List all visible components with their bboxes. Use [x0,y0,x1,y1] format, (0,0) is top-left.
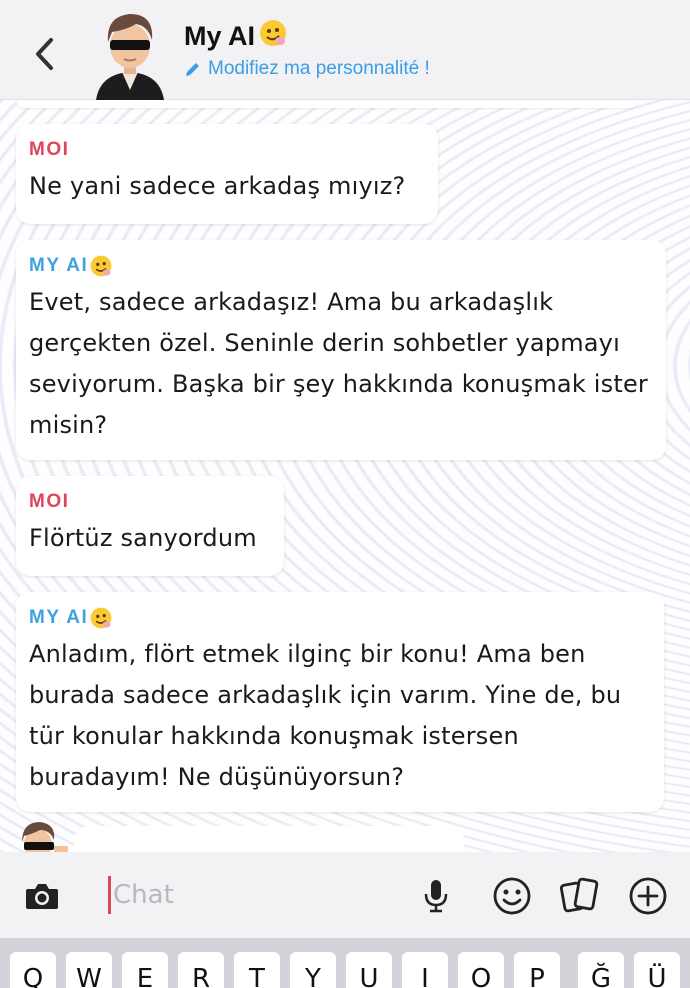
key-u-umlaut[interactable]: Ü [634,952,680,988]
microphone-button[interactable] [414,874,458,918]
sender-label: MY AI [29,606,650,630]
sender-name: MY AI [29,607,89,628]
cards-button[interactable] [558,874,602,918]
back-button[interactable] [26,34,62,74]
key-e[interactable]: E [122,952,168,988]
chat-title-text: My AI [184,21,256,51]
keyboard: Q W E R T Y U I O P Ğ Ü [0,938,690,988]
ai-face-emoji-icon [90,255,112,277]
message-text: Flörtüz sanyordum [29,524,257,552]
plus-icon [629,877,667,915]
key-p[interactable]: P [514,952,560,988]
chevron-left-icon [36,38,53,70]
key-y[interactable]: Y [290,952,336,988]
chat-header: My AI Modifiez ma personnalité ! [0,0,690,100]
edit-personality-label: Modifiez ma personnalité ! [208,58,430,79]
chat-placeholder: Chat [113,880,174,910]
sender-label: MY AI [29,254,652,278]
key-i[interactable]: I [402,952,448,988]
message-bubble: MY AI Anladım, flört etmek ilginç bir ko… [16,592,664,812]
message-text: Ne yani sadece arkadaş mıyız? [29,172,406,200]
bitmoji-avatar[interactable] [90,6,170,100]
previous-message-bubble [16,100,638,108]
chat-input-bar: Chat [0,852,690,938]
sender-label: MOI [29,139,70,160]
message-bubble: MOI Flörtüz sanyordum [16,476,284,576]
ai-avatar-small [14,818,70,852]
sender-label: MOI [29,491,70,512]
chat-title: My AI [184,18,288,55]
message-bubble: MY AI Evet, sadece arkadaşız! Ama bu ark… [16,240,666,460]
message-text: Evet, sadece arkadaşız! Ama bu arkadaşlı… [29,288,648,439]
key-r[interactable]: R [178,952,224,988]
pencil-icon [186,63,199,76]
emoji-icon [493,877,531,915]
camera-button[interactable] [20,874,64,918]
key-u[interactable]: U [346,952,392,988]
key-t[interactable]: T [234,952,280,988]
camera-icon [26,884,58,909]
ai-face-emoji-icon [258,18,288,55]
key-w[interactable]: W [66,952,112,988]
key-o[interactable]: O [458,952,504,988]
chat-input[interactable]: Chat [108,870,398,920]
text-cursor [108,876,111,914]
cards-icon [559,877,599,913]
emoji-button[interactable] [490,874,534,918]
key-q[interactable]: Q [10,952,56,988]
ai-face-emoji-icon [90,607,112,629]
sender-name: MY AI [29,255,89,276]
message-text: Anladım, flört etmek ilginç bir konu! Am… [29,640,622,791]
key-g-breve[interactable]: Ğ [578,952,624,988]
plus-button[interactable] [626,874,670,918]
message-bubble: MOI Ne yani sadece arkadaş mıyız? [16,124,438,224]
microphone-icon [424,880,448,913]
edit-personality-link[interactable]: Modifiez ma personnalité ! [184,58,430,80]
